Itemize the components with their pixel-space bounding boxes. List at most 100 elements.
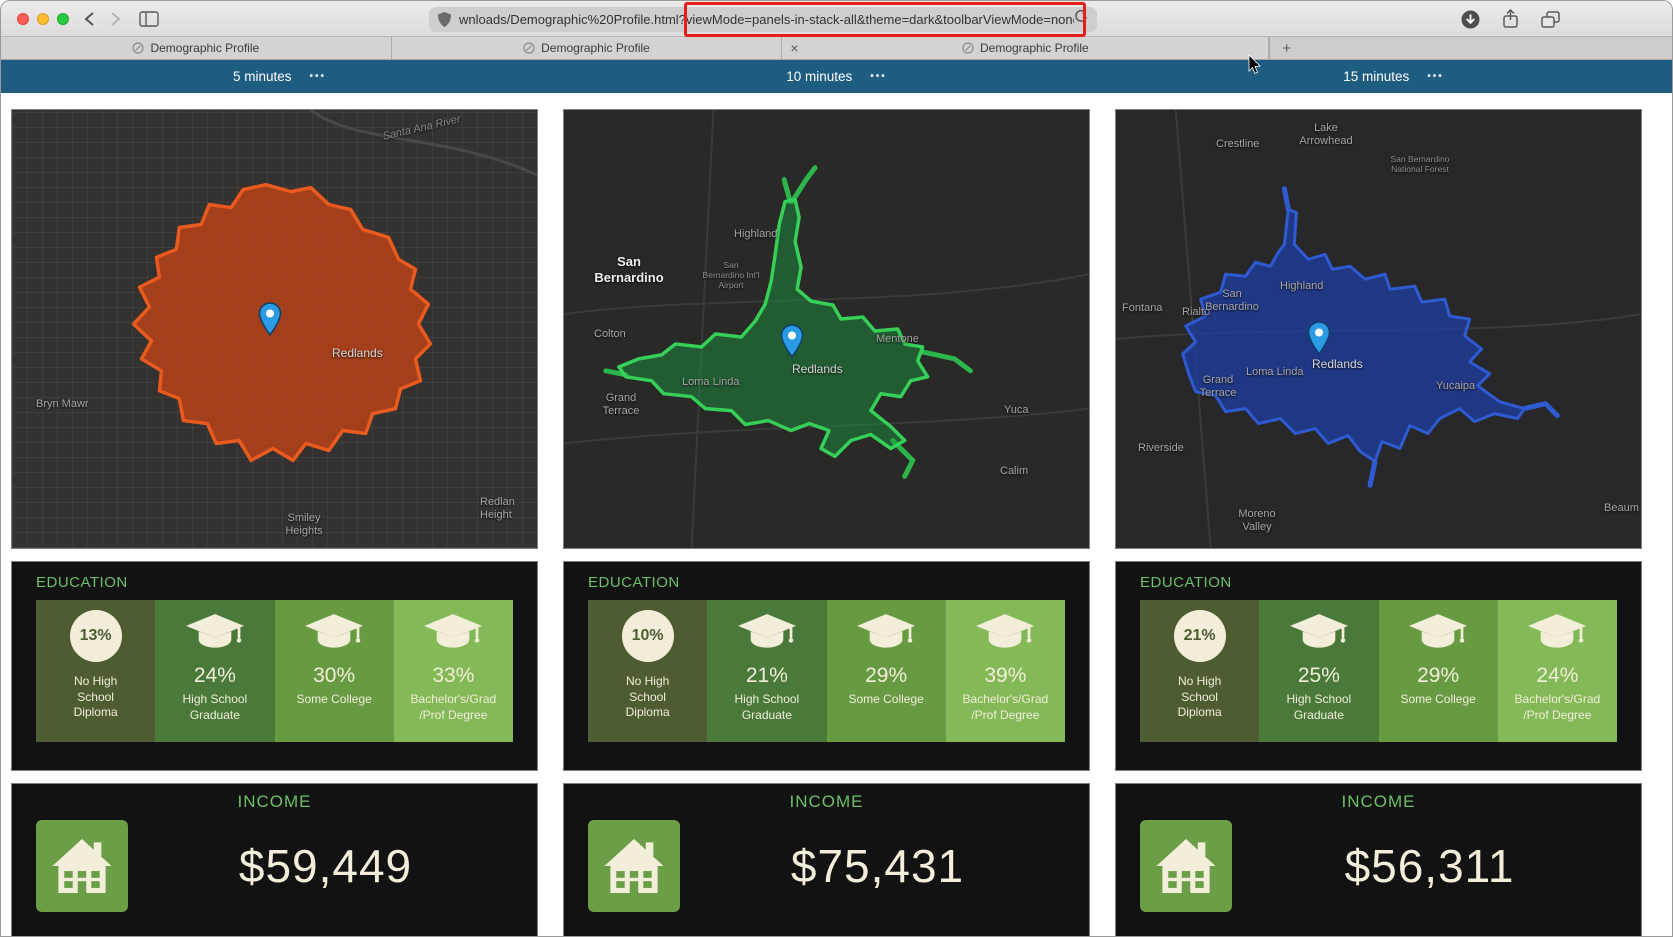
edu-tile-label: No High School Diploma xyxy=(625,674,670,720)
tabs-overview-icon xyxy=(1541,10,1560,28)
url-field[interactable]: wnloads/Demographic%20Profile.html?viewM… xyxy=(429,7,1097,32)
url-text: wnloads/Demographic%20Profile.html?viewM… xyxy=(459,12,1074,27)
edu-tile-no-diploma: 13% No High School Diploma xyxy=(36,600,156,742)
edu-tile-hs-grad: 25% High School Graduate xyxy=(1259,600,1379,742)
edu-tile-label: Some College xyxy=(848,692,924,706)
edu-tile-no-diploma: 10% No High School Diploma xyxy=(588,600,708,742)
downloads-button[interactable] xyxy=(1461,10,1480,34)
tab-favicon-icon xyxy=(962,42,974,54)
new-tab-area: + xyxy=(1269,37,1672,59)
education-title: EDUCATION xyxy=(36,574,128,591)
panel-header-10min: 10 minutes ••• xyxy=(558,60,1115,93)
tab-close-button[interactable]: × xyxy=(790,39,798,57)
map-label: Smiley Heights xyxy=(285,512,323,538)
map-label: Redlan xyxy=(480,496,515,508)
tab-label: Demographic Profile xyxy=(541,41,650,55)
house-icon xyxy=(588,820,680,912)
panel-menu-button[interactable]: ••• xyxy=(310,71,327,82)
share-icon xyxy=(1503,8,1518,28)
back-button[interactable] xyxy=(77,7,101,31)
graduation-cap-icon xyxy=(185,614,244,648)
map-10min[interactable]: Highland San Bernardino San Bernardino I… xyxy=(563,109,1090,549)
edu-tile-pct: 21% xyxy=(745,664,788,687)
edu-tile-bachelors: 24% Bachelor's/Grad /Prof Degree xyxy=(1497,600,1617,742)
edu-tile-pct: 21% xyxy=(1183,627,1216,644)
map-canvas xyxy=(1116,110,1641,548)
tab-bar: Demographic Profile Demographic Profile … xyxy=(1,37,1672,60)
income-panel: INCOME $56,311 xyxy=(1115,783,1642,936)
education-panel: EDUCATION 10% No High School Diploma 21%… xyxy=(563,561,1090,771)
edu-tile-no-diploma: 21% No High School Diploma xyxy=(1140,600,1260,742)
tab-favicon-icon xyxy=(523,42,535,54)
drive-time-label: 15 minutes xyxy=(1343,69,1410,84)
edu-tile-label: No High School Diploma xyxy=(73,674,118,720)
percent-circle: 13% xyxy=(69,610,122,662)
graduation-cap-icon xyxy=(305,614,364,648)
map-15min[interactable]: Crestline Lake Arrowhead San Bernardino … xyxy=(1115,109,1642,549)
map-label: San Bernardino Int'l Airport xyxy=(702,260,760,291)
panel-menu-button[interactable]: ••• xyxy=(1427,71,1444,82)
edu-tile-label: Bachelor's/Grad /Prof Degree xyxy=(1514,692,1601,722)
privacy-shield-icon xyxy=(438,12,451,27)
edu-tile-pct: 33% xyxy=(432,664,475,687)
income-value: $75,431 xyxy=(790,840,965,892)
edu-tile-label: High School Graduate xyxy=(1286,692,1352,722)
income-title: INCOME xyxy=(1341,792,1416,811)
map-label: Redlands xyxy=(332,346,383,360)
share-button[interactable] xyxy=(1502,8,1519,34)
mouse-cursor xyxy=(1248,54,1261,74)
close-window-button[interactable] xyxy=(17,13,29,25)
browser-chrome: wnloads/Demographic%20Profile.html?viewM… xyxy=(1,1,1672,37)
graduation-cap-icon xyxy=(1528,614,1587,648)
map-label: Redlands xyxy=(792,362,843,376)
education-title: EDUCATION xyxy=(1140,574,1232,591)
drive-time-label: 5 minutes xyxy=(232,69,292,84)
panel-menu-button[interactable]: ••• xyxy=(870,71,887,82)
dashboard-content: Santa Ana River Redlands Bryn Mawr Smile… xyxy=(1,93,1672,936)
zoom-window-button[interactable] xyxy=(57,13,69,25)
map-label: Crestline xyxy=(1216,138,1260,150)
map-label: Bryn Mawr xyxy=(36,398,89,410)
map-5min[interactable]: Santa Ana River Redlands Bryn Mawr Smile… xyxy=(11,109,538,549)
edu-tile-pct: 24% xyxy=(193,664,236,687)
house-glyph-icon xyxy=(52,839,112,893)
tab-overview-button[interactable] xyxy=(1541,10,1560,33)
education-panel: EDUCATION 13% No High School Diploma 24%… xyxy=(11,561,538,771)
map-label: Highland xyxy=(1280,280,1324,292)
income-row: $75,431 xyxy=(588,820,1065,912)
edu-tile-hs-grad: 24% High School Graduate xyxy=(155,600,275,742)
traffic-lights xyxy=(17,13,69,25)
graduation-cap-icon xyxy=(1409,614,1468,648)
edu-tile-label: Some College xyxy=(1400,692,1476,706)
map-label: Redlands xyxy=(1312,357,1363,371)
graduation-cap-icon xyxy=(976,614,1035,648)
map-label: Yuca xyxy=(1004,404,1029,416)
map-label: Yucaipa xyxy=(1436,380,1476,392)
edu-tile-pct: 13% xyxy=(79,627,112,644)
edu-tile-label: Bachelor's/Grad /Prof Degree xyxy=(410,692,497,722)
panel-column-15min: Crestline Lake Arrowhead San Bernardino … xyxy=(1115,109,1642,936)
edu-tile-label: High School Graduate xyxy=(734,692,800,722)
education-tiles: 10% No High School Diploma 21% High Scho… xyxy=(588,600,1065,742)
map-label: Fontana xyxy=(1122,302,1163,314)
minimize-window-button[interactable] xyxy=(37,13,49,25)
education-tiles: 13% No High School Diploma 24% High Scho… xyxy=(36,600,513,742)
new-tab-button[interactable]: + xyxy=(1282,40,1291,57)
edu-tile-pct: 10% xyxy=(631,627,664,644)
forward-button[interactable] xyxy=(103,7,127,31)
map-label: Moreno Valley xyxy=(1238,508,1276,534)
tab-demographic-profile-3[interactable]: × Demographic Profile xyxy=(782,37,1270,59)
tab-demographic-profile-2[interactable]: Demographic Profile xyxy=(391,37,783,59)
reload-button[interactable] xyxy=(1074,9,1088,29)
percent-circle: 21% xyxy=(1173,610,1226,662)
edu-tile-bachelors: 39% Bachelor's/Grad /Prof Degree xyxy=(945,600,1065,742)
income-value: $59,449 xyxy=(238,840,413,892)
edu-tile-label: High School Graduate xyxy=(182,692,248,722)
browser-window: wnloads/Demographic%20Profile.html?viewM… xyxy=(0,0,1673,937)
map-label: Grand Terrace xyxy=(1199,374,1237,400)
income-panel: INCOME $75,431 xyxy=(563,783,1090,936)
sidebar-toggle-button[interactable] xyxy=(137,7,161,31)
edu-tile-hs-grad: 21% High School Graduate xyxy=(707,600,827,742)
download-icon xyxy=(1461,10,1480,28)
tab-demographic-profile-1[interactable]: Demographic Profile xyxy=(1,37,392,59)
